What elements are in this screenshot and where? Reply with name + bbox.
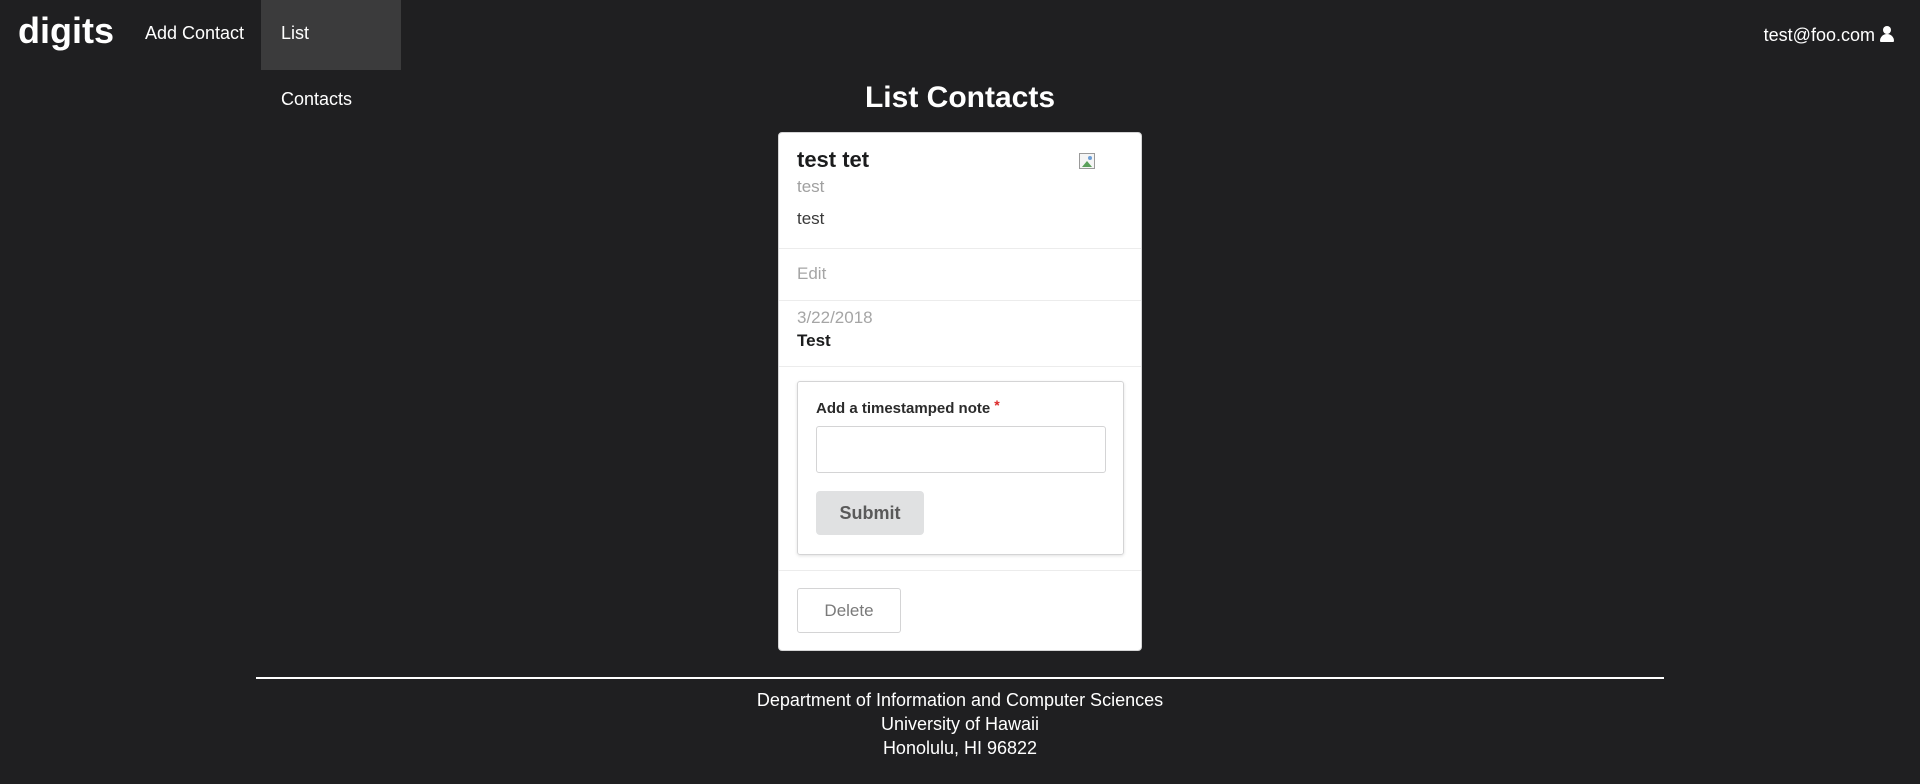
broken-image-icon — [1079, 153, 1099, 171]
note-text: Test — [797, 331, 831, 350]
user-menu[interactable]: test@foo.com — [1764, 0, 1894, 70]
required-marker: * — [994, 397, 1000, 413]
add-note-section: Add a timestamped note * Submit — [779, 367, 1141, 571]
user-email: test@foo.com — [1763, 25, 1875, 45]
contact-meta: test — [797, 177, 825, 196]
note-input[interactable] — [816, 426, 1106, 473]
edit-link[interactable]: Edit — [797, 264, 826, 283]
brand-logo[interactable]: digits — [18, 11, 114, 51]
note-date: 3/22/2018 — [797, 308, 873, 327]
note-field-label-text: Add a timestamped note — [816, 400, 991, 417]
submit-button[interactable]: Submit — [816, 491, 924, 535]
delete-button[interactable]: Delete — [797, 588, 901, 633]
nav-add-contact[interactable]: Add Contact — [125, 0, 264, 70]
contact-card-header: test tet test test — [779, 133, 1141, 249]
contact-card: test tet test test Edit 3/22/2018 Test A… — [778, 132, 1142, 651]
note-field-label: Add a timestamped note * — [816, 397, 1105, 417]
footer-line-address: Honolulu, HI 96822 — [882, 738, 1038, 758]
top-navbar: digits Add Contact List Contacts test@fo… — [0, 0, 1920, 109]
contact-description: test — [797, 209, 825, 228]
footer-line-department: Department of Information and Computer S… — [756, 690, 1164, 710]
footer-line-university: University of Hawaii — [880, 714, 1040, 734]
contact-name: test tet — [797, 147, 870, 172]
notes-list: 3/22/2018 Test — [779, 301, 1141, 367]
contact-card-footer: Delete — [779, 571, 1141, 650]
contact-card-edit-section: Edit — [779, 249, 1141, 301]
footer: Department of Information and Computer S… — [0, 688, 1920, 760]
user-icon — [1880, 26, 1894, 42]
footer-divider — [256, 677, 1664, 679]
nav-list-contacts[interactable]: List Contacts — [261, 0, 401, 109]
add-note-form: Add a timestamped note * Submit — [797, 381, 1124, 555]
page-title: List Contacts — [864, 81, 1056, 114]
